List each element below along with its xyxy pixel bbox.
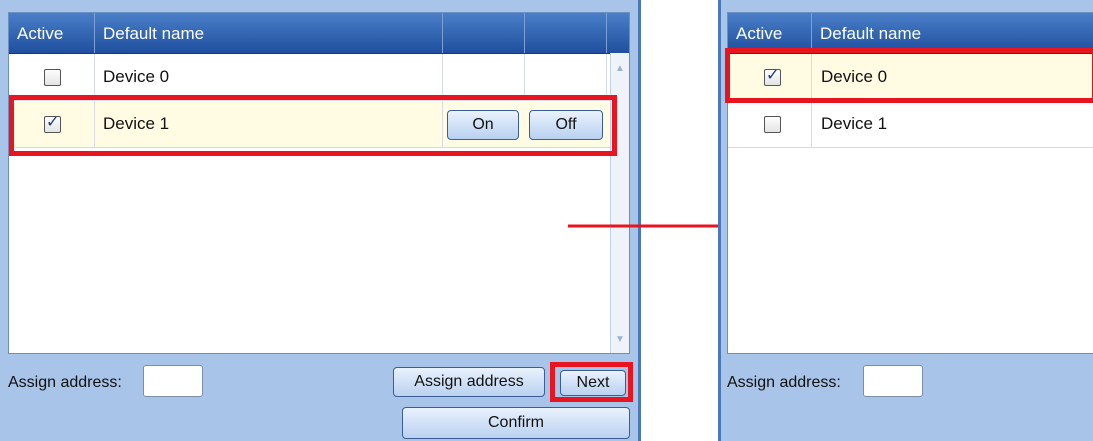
active-cell	[728, 101, 812, 147]
panel-edge	[718, 0, 721, 441]
device-grid: Active Default name Device 0 ✓ Device 1 …	[8, 12, 630, 354]
empty-cell	[443, 54, 525, 100]
assign-address-label: Assign address:	[727, 374, 841, 391]
checkbox-empty-icon[interactable]	[764, 116, 781, 133]
confirm-button[interactable]: Confirm	[402, 407, 630, 439]
column-header-default-name[interactable]: Default name	[95, 13, 443, 53]
column-header-active[interactable]: Active	[9, 13, 95, 53]
table-row[interactable]: Device 0	[9, 54, 629, 101]
empty-cell	[525, 54, 607, 100]
table-row[interactable]: Device 1	[728, 101, 1093, 148]
device-name: Device 1	[812, 101, 1093, 147]
column-header-default-name[interactable]: Default name	[812, 13, 1093, 53]
column-header-blank	[443, 13, 525, 53]
checkbox-empty-icon[interactable]	[44, 69, 61, 86]
assign-address-button[interactable]: Assign address	[393, 367, 545, 397]
highlight-box-device-0	[725, 48, 1093, 103]
grid-header: Active Default name	[9, 13, 629, 54]
active-cell	[9, 54, 95, 100]
assign-address-input[interactable]	[143, 365, 203, 397]
column-header-blank	[525, 13, 607, 53]
scroll-up-icon[interactable]: ▲	[611, 63, 629, 74]
column-header-active[interactable]: Active	[728, 13, 812, 53]
assign-address-label: Assign address:	[8, 374, 122, 391]
left-panel: Active Default name Device 0 ✓ Device 1 …	[0, 0, 641, 441]
highlight-box-device-1	[9, 95, 617, 156]
assign-address-input[interactable]	[863, 365, 923, 397]
highlight-box-next	[550, 362, 633, 402]
device-name: Device 0	[95, 54, 443, 100]
scroll-down-icon[interactable]: ▼	[611, 334, 629, 345]
